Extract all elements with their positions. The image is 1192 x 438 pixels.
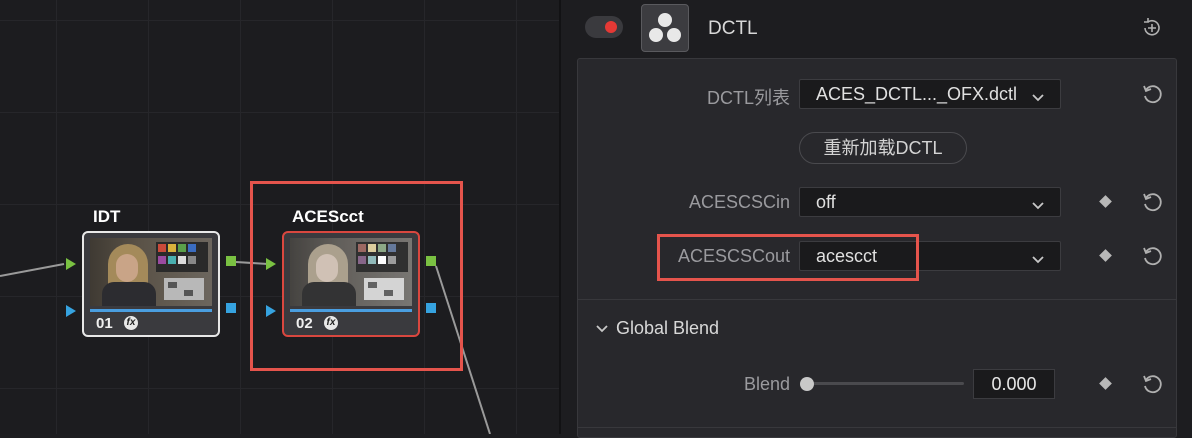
dctl-list-dropdown[interactable]: ACES_DCTL..._OFX.dctl	[799, 79, 1061, 109]
node-title-acescct: ACEScct	[292, 207, 364, 226]
field-highlight-annotation	[657, 234, 919, 281]
node-thumbnail	[90, 238, 212, 306]
blend-value-field[interactable]: 0.000	[973, 369, 1055, 399]
node-progress-bar	[90, 309, 212, 312]
chevron-down-icon	[1030, 193, 1046, 221]
node-01-rgb-input-port[interactable]	[66, 258, 76, 270]
acescsc-in-value: off	[816, 192, 836, 212]
fx-icon: fx	[324, 316, 338, 330]
node-graph[interactable]: IDT 01 fx ACEScct 02 fx	[0, 0, 560, 434]
dctl-settings-panel: DCTL列表 ACES_DCTL..._OFX.dctl 重新加载DCTL AC…	[577, 58, 1177, 438]
keyframe-diamond-icon[interactable]	[1099, 377, 1112, 390]
node-01-key-output-port[interactable]	[226, 303, 236, 313]
resolve-logo-icon	[641, 4, 689, 52]
node-number: 01	[96, 315, 113, 332]
node-01-rgb-output-port[interactable]	[226, 256, 236, 266]
acescsc-in-dropdown[interactable]: off	[799, 187, 1061, 217]
node-02[interactable]: 02 fx	[282, 231, 420, 337]
reload-dctl-button[interactable]: 重新加载DCTL	[799, 132, 967, 164]
blend-slider-track[interactable]	[802, 382, 964, 385]
dctl-list-value: ACES_DCTL..._OFX.dctl	[816, 84, 1018, 104]
node-thumbnail	[290, 238, 412, 306]
node-title-idt: IDT	[93, 207, 121, 226]
global-blend-title[interactable]: Global Blend	[616, 318, 719, 339]
reset-dctl-list-icon[interactable]	[1140, 82, 1164, 106]
node-01[interactable]: 01 fx	[82, 231, 220, 337]
add-preset-icon[interactable]	[1140, 16, 1164, 40]
section-divider	[578, 299, 1176, 300]
plugin-title: DCTL	[708, 18, 758, 39]
toggle-indicator	[605, 21, 617, 33]
node-02-key-output-port[interactable]	[426, 303, 436, 313]
blend-label: Blend	[743, 374, 790, 394]
node-02-rgb-input-port[interactable]	[266, 258, 276, 270]
reset-blend-icon[interactable]	[1140, 372, 1164, 396]
effect-enable-toggle[interactable]	[585, 16, 623, 38]
chevron-down-icon	[1030, 247, 1046, 275]
node-progress-bar	[290, 309, 412, 312]
section-divider	[578, 427, 1176, 428]
chevron-down-icon[interactable]	[594, 321, 610, 342]
fx-icon: fx	[124, 316, 138, 330]
input-connection-line	[0, 263, 65, 277]
keyframe-diamond-icon[interactable]	[1099, 195, 1112, 208]
node-01-key-input-port[interactable]	[66, 305, 76, 317]
acescsc-in-label: ACESCSCin	[688, 192, 790, 212]
node-02-rgb-output-port[interactable]	[426, 256, 436, 266]
chevron-down-icon	[1030, 85, 1046, 113]
keyframe-diamond-icon[interactable]	[1099, 249, 1112, 262]
node-02-key-input-port[interactable]	[266, 305, 276, 317]
node-number: 02	[296, 315, 313, 332]
reset-acescsc-in-icon[interactable]	[1140, 190, 1164, 214]
effect-inspector: DCTL DCTL列表 ACES_DCTL..._OFX.dctl 重新加载DC…	[561, 0, 1192, 438]
blend-slider-knob[interactable]	[800, 377, 814, 391]
reset-acescsc-out-icon[interactable]	[1140, 244, 1164, 268]
dctl-list-label: DCTL列表	[706, 88, 790, 108]
